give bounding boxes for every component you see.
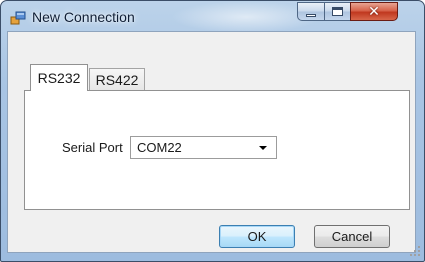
minimize-icon bbox=[306, 13, 316, 17]
serial-port-label: Serial Port bbox=[62, 140, 123, 155]
title-bar[interactable]: New Connection ✕ bbox=[1, 1, 424, 33]
close-icon: ✕ bbox=[368, 3, 380, 20]
tab-rs422[interactable]: RS422 bbox=[89, 68, 145, 90]
tab-rs232[interactable]: RS232 bbox=[30, 64, 88, 91]
chevron-down-icon[interactable] bbox=[259, 146, 267, 150]
minimize-button[interactable] bbox=[297, 2, 324, 21]
cancel-button[interactable]: Cancel bbox=[314, 225, 390, 248]
window-title: New Connection bbox=[32, 9, 135, 25]
app-icon bbox=[10, 11, 26, 25]
resize-grip-icon[interactable] bbox=[409, 245, 421, 257]
maximize-button[interactable] bbox=[324, 2, 350, 21]
maximize-icon bbox=[332, 7, 343, 16]
serial-port-combobox[interactable]: COM22 bbox=[130, 136, 277, 159]
serial-port-value: COM22 bbox=[137, 140, 182, 155]
close-button[interactable]: ✕ bbox=[350, 2, 398, 21]
ok-button[interactable]: OK bbox=[219, 225, 295, 248]
